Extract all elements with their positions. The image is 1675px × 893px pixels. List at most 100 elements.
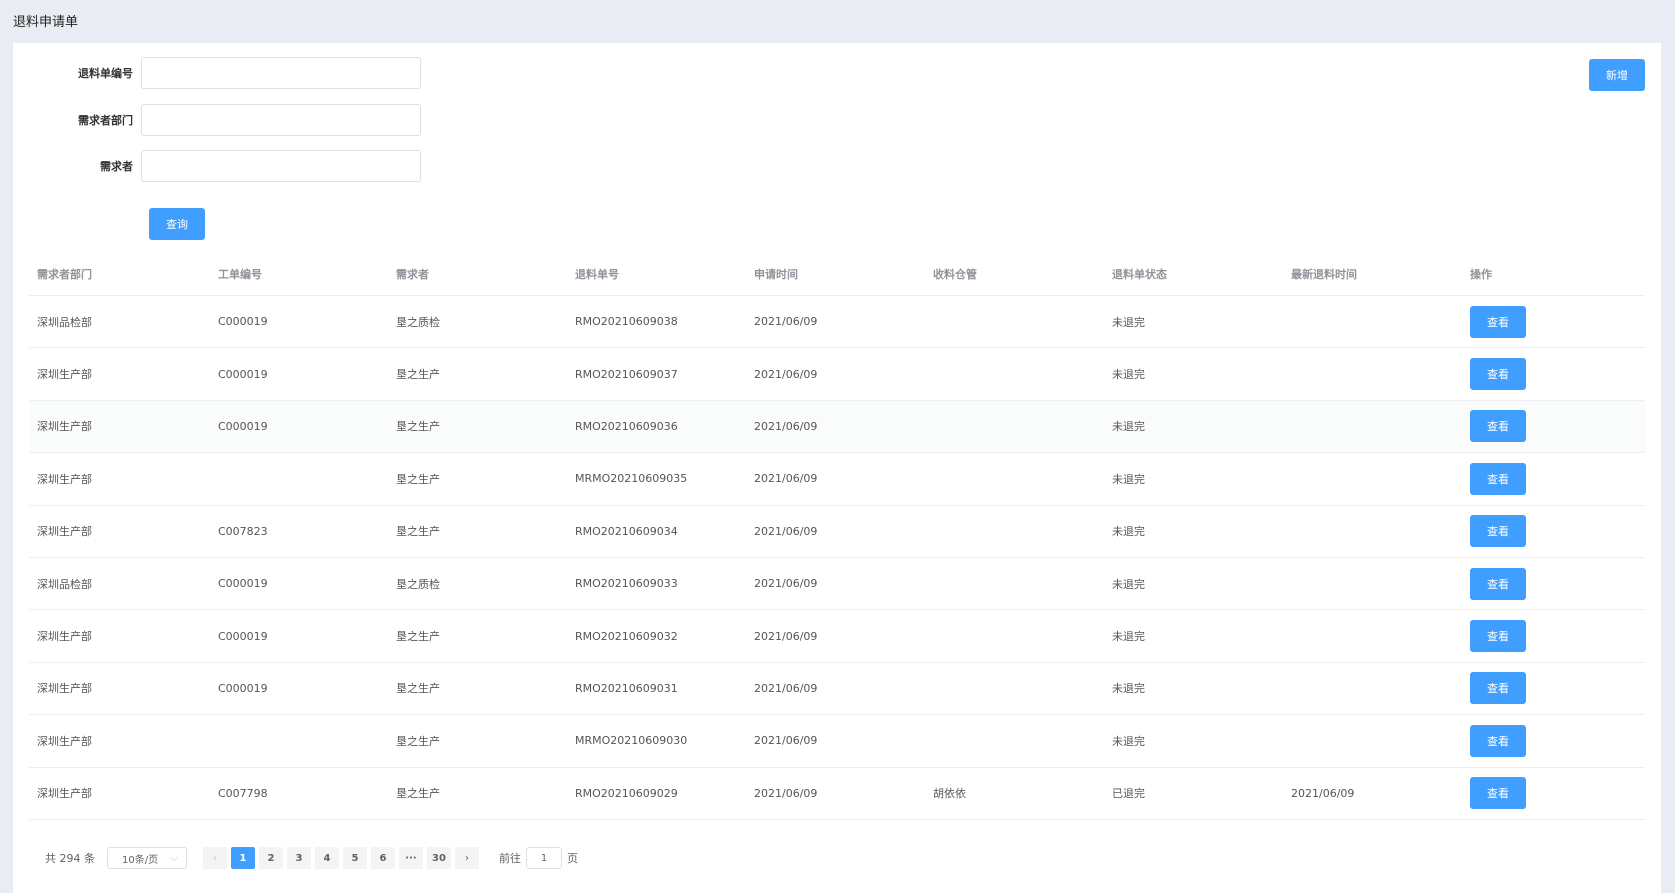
requester-label: 需求者 [100, 160, 133, 173]
column-header: 申请时间 [754, 267, 798, 281]
table-cell: C000019 [218, 629, 268, 643]
goto-page-input[interactable] [526, 847, 562, 869]
more-pages-button[interactable]: ··· [399, 847, 423, 869]
table-row: 深圳品检部 C000019 垦之质检 RMO20210609038 2021/06/09… [29, 296, 1645, 349]
table-cell: 已退完 [1112, 787, 1145, 801]
view-button[interactable]: 查看 [1470, 672, 1526, 705]
filter-return-no: 退料单编号 [13, 57, 421, 89]
table-row: 深圳生产部 C000019 垦之生产 RMO20210609037 2021/06/09… [29, 348, 1645, 401]
page-30-button[interactable]: 30 [427, 847, 451, 869]
table-row: 深圳生产部 垦之生产 MRMO20210609030 2021/06/09 未退完 查看 [29, 715, 1645, 768]
table-cell: 胡依依 [933, 787, 966, 801]
table-cell: RMO20210609031 [575, 681, 678, 695]
table-cell: 2021/06/09 [754, 577, 818, 591]
table-cell: 垦之生产 [396, 734, 440, 748]
table-cell: 深圳生产部 [37, 682, 92, 696]
table-cell: 2021/06/09 [754, 629, 818, 643]
query-button[interactable]: 查询 [149, 208, 205, 240]
return-no-input[interactable] [141, 57, 421, 89]
table-cell: 深圳生产部 [37, 472, 92, 486]
table-cell: 2021/06/09 [754, 472, 818, 486]
column-header: 退料单状态 [1112, 267, 1167, 281]
page-2-button[interactable]: 2 [259, 847, 283, 869]
table-cell: 垦之生产 [396, 368, 440, 382]
chevron-right-icon[interactable]: › [455, 847, 479, 869]
table-cell: 深圳品检部 [37, 315, 92, 329]
table-row: 深圳生产部 C007798 垦之生产 RMO20210609029 2021/06/09… [29, 768, 1645, 820]
table-cell: 2021/06/09 [754, 786, 818, 800]
table-cell: 2021/06/09 [754, 367, 818, 381]
goto-page: 前往 页 [499, 847, 578, 869]
page-4-button[interactable]: 4 [315, 847, 339, 869]
table-cell: RMO20210609032 [575, 629, 678, 643]
table-cell: RMO20210609037 [575, 367, 678, 381]
table-cell: RMO20210609034 [575, 524, 678, 538]
view-button[interactable]: 查看 [1470, 305, 1526, 338]
dept-input[interactable] [141, 104, 421, 136]
page-3-button[interactable]: 3 [287, 847, 311, 869]
action-cell: 查看 [1462, 358, 1645, 391]
goto-suffix: 页 [567, 852, 578, 865]
page-6-button[interactable]: 6 [371, 847, 395, 869]
view-button[interactable]: 查看 [1470, 462, 1526, 495]
table-cell: 垦之生产 [396, 420, 440, 434]
table-row: 深圳生产部 垦之生产 MRMO20210609035 2021/06/09 未退完 查看 [29, 453, 1645, 506]
view-button[interactable]: 查看 [1470, 358, 1526, 391]
table-cell: 垦之生产 [396, 630, 440, 644]
table-cell: 深圳生产部 [37, 787, 92, 801]
table-cell: 垦之质检 [396, 577, 440, 591]
table-cell: 垦之生产 [396, 472, 440, 486]
chevron-down-icon: ⌵ [170, 852, 178, 864]
goto-prefix: 前往 [499, 852, 521, 865]
table-cell: RMO20210609029 [575, 786, 678, 800]
page-5-button[interactable]: 5 [343, 847, 367, 869]
requester-input[interactable] [141, 150, 421, 182]
page-title: 退料申请单 [13, 15, 79, 30]
table-header: 需求者部门 工单编号 需求者 退料单号 申请时间 收料仓管 退料单状态 最新退料… [29, 252, 1645, 296]
chevron-left-icon[interactable]: ‹ [203, 847, 227, 869]
action-cell: 查看 [1462, 305, 1645, 338]
table-cell: MRMO20210609030 [575, 734, 688, 748]
return-no-label: 退料单编号 [78, 67, 133, 80]
table-cell: 深圳生产部 [37, 525, 92, 539]
table-cell: 未退完 [1112, 368, 1145, 382]
view-button[interactable]: 查看 [1470, 724, 1526, 757]
view-button[interactable]: 查看 [1470, 410, 1526, 443]
add-button[interactable]: 新增 [1589, 59, 1645, 91]
table-cell: 垦之质检 [396, 315, 440, 329]
table-cell: RMO20210609033 [575, 577, 678, 591]
column-header: 工单编号 [218, 267, 262, 281]
action-cell: 查看 [1462, 620, 1645, 653]
page-size-select[interactable]: 10条/页 ⌵ [107, 847, 187, 869]
table-row: 深圳生产部 C000019 垦之生产 RMO20210609032 2021/06/09… [29, 610, 1645, 663]
page-size-value: 10条/页 [122, 854, 159, 866]
filter-dept: 需求者部门 [13, 104, 421, 136]
view-button[interactable]: 查看 [1470, 620, 1526, 653]
table-cell: 深圳生产部 [37, 368, 92, 382]
table-row: 深圳生产部 C000019 垦之生产 RMO20210609036 2021/06/09… [29, 400, 1645, 454]
total-count: 共 294 条 [45, 852, 95, 865]
dept-label: 需求者部门 [78, 114, 133, 127]
table-cell: 深圳品检部 [37, 577, 92, 591]
pagination: 共 294 条 10条/页 ⌵ ‹ 1 2 3 4 5 6 ··· 30 › 前… [45, 847, 578, 869]
action-cell: 查看 [1462, 724, 1645, 757]
table-cell: 未退完 [1112, 682, 1145, 696]
table-cell: 深圳生产部 [37, 630, 92, 644]
table-cell: 未退完 [1112, 315, 1145, 329]
table-cell: C000019 [218, 681, 268, 695]
action-cell: 查看 [1462, 410, 1645, 443]
column-header: 退料单号 [575, 267, 619, 281]
view-button[interactable]: 查看 [1470, 567, 1526, 600]
page-1-button[interactable]: 1 [231, 847, 255, 869]
table-cell: 未退完 [1112, 577, 1145, 591]
action-cell: 查看 [1462, 515, 1645, 548]
action-cell: 查看 [1462, 777, 1645, 810]
column-header: 收料仓管 [933, 267, 977, 281]
view-button[interactable]: 查看 [1470, 515, 1526, 548]
action-cell: 查看 [1462, 462, 1645, 495]
column-header: 需求者部门 [37, 267, 92, 281]
view-button[interactable]: 查看 [1470, 777, 1526, 810]
table-row: 深圳生产部 C000019 垦之生产 RMO20210609031 2021/06/09… [29, 663, 1645, 716]
table-cell: 2021/06/09 [754, 681, 818, 695]
table-cell: 未退完 [1112, 525, 1145, 539]
